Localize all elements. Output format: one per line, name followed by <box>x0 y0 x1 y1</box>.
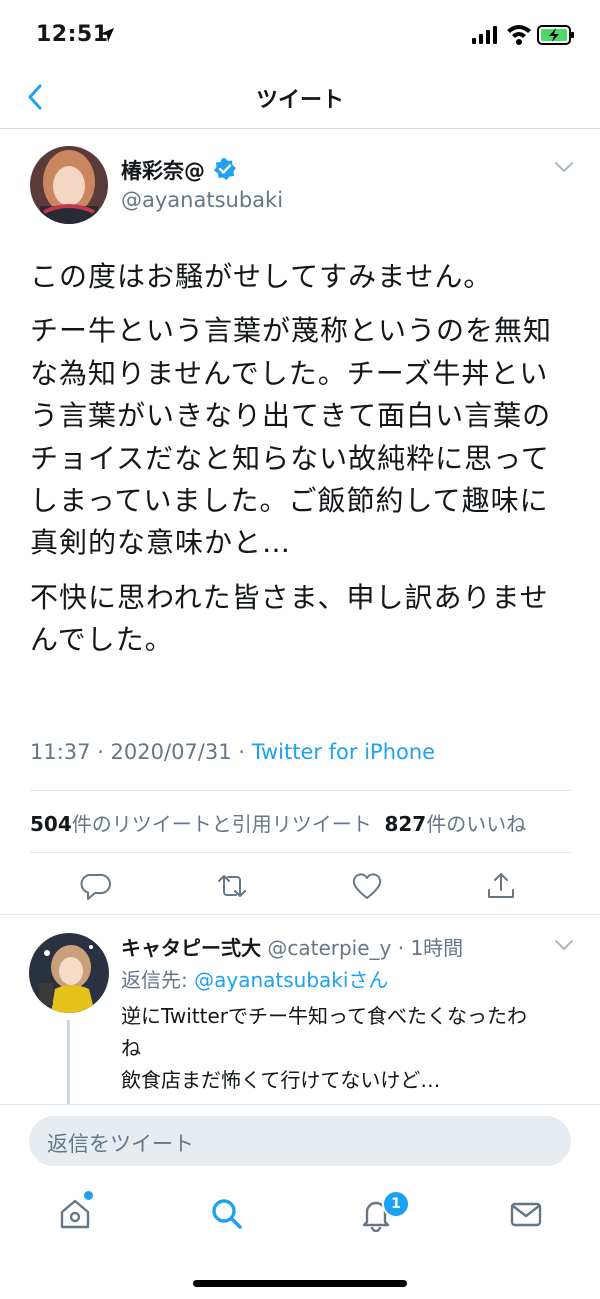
tweet-stats: 504件のリツイートと引用リツイート 827件のいいね <box>30 808 526 837</box>
chevron-down-icon[interactable] <box>553 160 575 174</box>
reply-to: 返信先: @ayanatsubakiさん <box>121 964 388 993</box>
reply-line: 逆にTwitterでチー牛知って食べたくなったわ <box>121 1004 528 1028</box>
author-handle[interactable]: @ayanatsubaki <box>121 188 283 212</box>
reply-to-prefix: 返信先: <box>121 968 195 992</box>
wifi-icon <box>507 25 531 45</box>
tweet-paragraph: チー牛という言葉が蔑称というのを無知な為知りませんでした。チーズ牛丼という言葉が… <box>30 314 553 560</box>
reply-line: ね <box>121 1036 141 1060</box>
divider <box>0 914 600 915</box>
page-title: ツイート <box>255 88 344 113</box>
reply-text: 逆にTwitterでチー牛知って食べたくなったわ ね 飲食店まだ怖くて行けてない… <box>121 1000 571 1096</box>
reply-line: 飲食店まだ怖くて行けてないけど… <box>121 1068 441 1092</box>
search-icon[interactable] <box>209 1196 245 1232</box>
reply-avatar[interactable] <box>29 933 109 1013</box>
reply-author-name[interactable]: キャタピー弍大 <box>121 936 261 960</box>
like-stat[interactable]: 827件のいいね <box>384 812 526 836</box>
divider <box>30 790 571 791</box>
tweet-text: この度はお騒がせしてすみません。 チー牛という言葉が蔑称というのを無知な為知りま… <box>30 256 575 662</box>
retweet-count: 504 <box>30 812 72 836</box>
reply-input-placeholder: 返信をツイート <box>47 1132 194 1156</box>
avatar[interactable] <box>30 146 108 224</box>
share-icon[interactable] <box>485 870 517 902</box>
tweet-meta: 11:37 · 2020/07/31 · Twitter for iPhone <box>30 740 435 764</box>
mail-icon[interactable] <box>508 1196 544 1232</box>
verified-badge-icon <box>214 158 236 180</box>
tweet-paragraph: 不快に思われた皆さま、申し訳ありませんでした。 <box>30 580 549 657</box>
chevron-down-icon[interactable] <box>553 938 575 952</box>
reply-to-handle-link[interactable]: @ayanatsubaki <box>194 968 348 992</box>
thread-line <box>67 1020 70 1104</box>
author-name[interactable]: 椿彩奈@ <box>121 155 205 185</box>
like-label: 件のいいね <box>426 812 527 836</box>
location-arrow-icon <box>100 28 114 42</box>
reply-icon[interactable] <box>80 870 112 902</box>
new-content-dot <box>84 1191 93 1200</box>
retweet-stat[interactable]: 504件のリツイートと引用リツイート <box>30 812 372 836</box>
battery-charging-icon <box>537 25 574 45</box>
notification-badge: 1 <box>382 1190 410 1218</box>
home-indicator[interactable] <box>193 1280 407 1287</box>
retweet-icon[interactable] <box>216 870 248 902</box>
retweet-label: 件のリツイートと引用リツイート <box>71 812 372 836</box>
reply-handle-time: @caterpie_y · 1時間 <box>261 936 464 960</box>
heart-icon[interactable] <box>351 870 383 902</box>
divider <box>30 852 571 853</box>
like-count: 827 <box>384 812 427 836</box>
tweet-paragraph: この度はお騒がせしてすみません。 <box>30 260 493 293</box>
reply-to-suffix: さん <box>348 968 389 992</box>
tweet-client-link[interactable]: Twitter for iPhone <box>252 740 436 764</box>
reply-header: キャタピー弍大 @caterpie_y · 1時間 <box>121 932 463 961</box>
cellular-signal-icon <box>472 26 497 44</box>
tweet-timestamp: 11:37 · 2020/07/31 · <box>30 740 252 764</box>
home-icon[interactable] <box>57 1196 93 1232</box>
